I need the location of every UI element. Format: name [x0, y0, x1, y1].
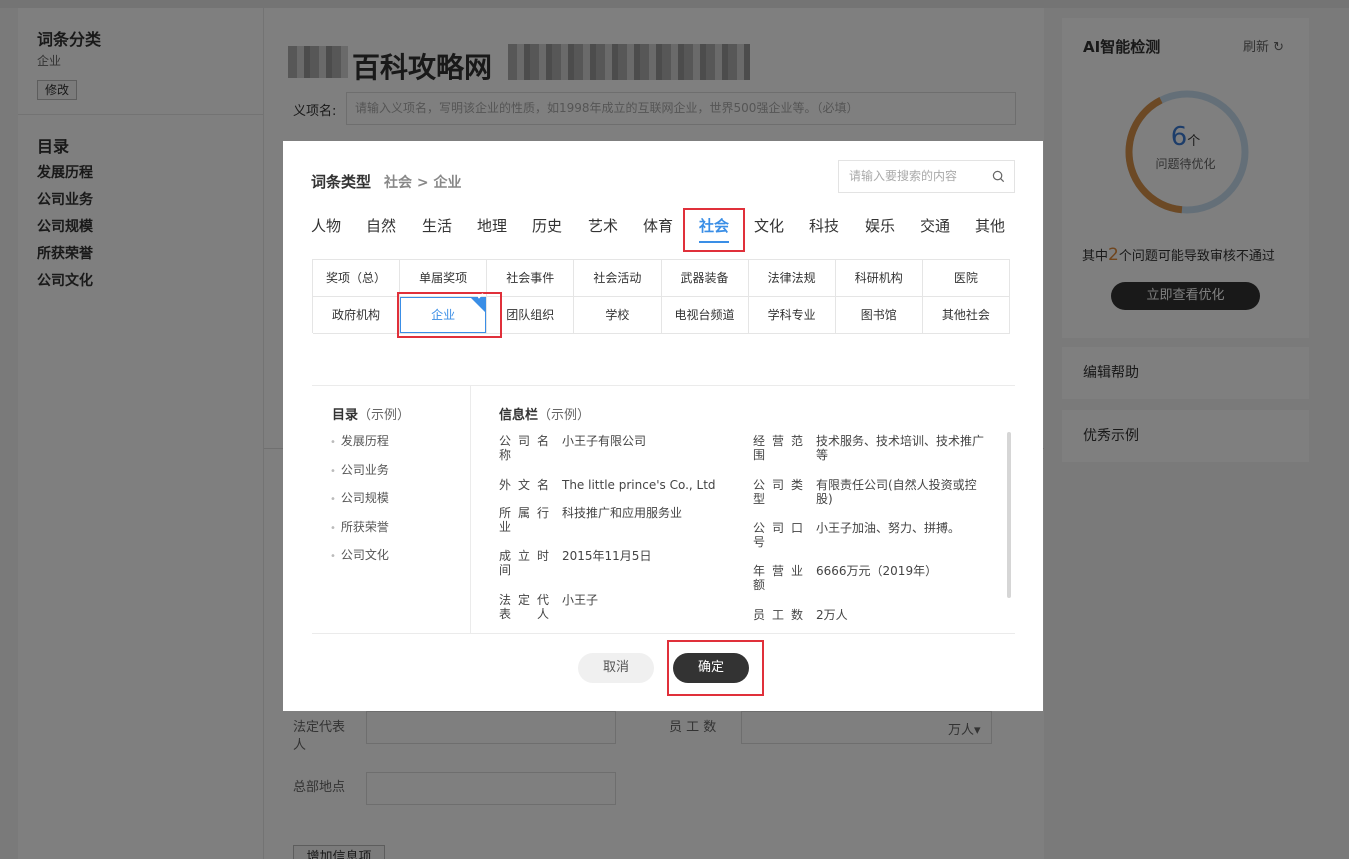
info-key-line: 称	[499, 448, 512, 462]
tab-art[interactable]: 艺术	[583, 215, 623, 236]
highlight-box	[683, 208, 745, 252]
info-key-line: 法定代	[499, 593, 549, 607]
category-breadcrumb: 社会 > 企业	[384, 175, 462, 191]
info-key-line: 公司名	[499, 434, 549, 448]
subcategory-item[interactable]: 学校	[574, 297, 662, 334]
info-key: 外文名	[499, 478, 549, 492]
search-icon[interactable]	[992, 170, 1005, 183]
example-info-heading: 信息栏（示例）	[499, 404, 590, 423]
example-toc-item: 公司业务	[330, 461, 389, 490]
highlight-box	[667, 640, 764, 696]
info-key-line: 额	[753, 578, 766, 592]
subcategory-item[interactable]: 电视台频道	[661, 297, 749, 334]
info-key-line: 型	[753, 492, 766, 506]
example-toc-panel: 目录（示例） 发展历程 公司业务 公司规模 所获荣誉 公司文化	[312, 386, 471, 634]
example-toc-item: 所获荣誉	[330, 518, 389, 547]
tab-other[interactable]: 其他	[970, 215, 1010, 236]
info-key: 员工数	[753, 608, 803, 622]
info-key-line: 业	[499, 520, 512, 534]
info-key: 公司类型	[753, 478, 803, 506]
subcategory-item[interactable]: 图书馆	[835, 297, 923, 334]
category-tabs: 人物 自然 生活 地理 历史 艺术 体育 社会 文化 科技 娱乐 交通 其他	[311, 215, 1011, 245]
subcategory-item[interactable]: 奖项（总）	[313, 260, 401, 297]
example-toc-item: 发展历程	[330, 432, 389, 461]
tab-people[interactable]: 人物	[306, 215, 346, 236]
info-value: 科技推广和应用服务业	[562, 506, 683, 520]
info-value: 小王子有限公司	[562, 434, 647, 448]
subcategory-item[interactable]: 社会活动	[574, 260, 662, 297]
tab-transport[interactable]: 交通	[915, 215, 955, 236]
subcategory-item[interactable]: 科研机构	[835, 260, 923, 297]
info-key-line: 表 人	[499, 607, 549, 621]
example-preview: 目录（示例） 发展历程 公司业务 公司规模 所获荣誉 公司文化 信息栏（示例） …	[312, 385, 1015, 634]
subcategory-item[interactable]: 医院	[922, 260, 1010, 297]
info-key: 公司名称	[499, 434, 549, 462]
info-key-line: 间	[499, 563, 512, 577]
example-toc-note: （示例）	[358, 408, 411, 423]
subcategory-item[interactable]: 政府机构	[313, 297, 401, 334]
info-value: The little prince's Co., Ltd	[562, 478, 716, 492]
info-key-line: 外文名	[499, 478, 549, 492]
subcategory-item[interactable]: 学科专业	[748, 297, 836, 334]
info-key-line: 围	[753, 448, 766, 462]
subcategory-item[interactable]: 其他社会	[922, 297, 1010, 334]
info-key-line: 所属行	[499, 506, 549, 520]
entry-type-dialog: 词条类型 社会 > 企业 请输入要搜索的内容 人物 自然 生活 地理 历史 艺术…	[283, 141, 1043, 711]
info-key-line: 公司口	[753, 521, 803, 535]
info-key: 公司口号	[753, 521, 803, 549]
info-key-line: 员工数	[753, 608, 803, 622]
info-key: 成立时间	[499, 549, 549, 577]
category-search-input[interactable]: 请输入要搜索的内容	[838, 160, 1015, 193]
example-info-heading-text: 信息栏	[499, 408, 539, 423]
info-key-line: 经营范	[753, 434, 803, 448]
info-key: 法定代表 人	[499, 593, 549, 621]
subcategory-item[interactable]: 武器装备	[661, 260, 749, 297]
check-icon: ✔	[476, 292, 485, 302]
example-scrollbar[interactable]	[1007, 432, 1011, 598]
info-value: 小王子	[562, 593, 599, 607]
cancel-button[interactable]: 取消	[578, 653, 654, 683]
example-toc-heading: 目录（示例）	[332, 404, 410, 423]
tab-entertainment[interactable]: 娱乐	[860, 215, 900, 236]
search-placeholder: 请输入要搜索的内容	[849, 169, 958, 183]
tab-life[interactable]: 生活	[417, 215, 457, 236]
example-toc-heading-text: 目录	[332, 408, 359, 423]
info-key: 年营业额	[753, 564, 803, 592]
example-toc-item: 公司文化	[330, 546, 389, 575]
info-value: 技术服务、技术培训、技术推广等	[816, 434, 985, 462]
tab-geography[interactable]: 地理	[472, 215, 512, 236]
info-value: 2015年11月5日	[562, 549, 652, 563]
example-info-note: （示例）	[538, 408, 591, 423]
info-value: 6666万元（2019年）	[816, 564, 938, 578]
tab-culture[interactable]: 文化	[749, 215, 789, 236]
info-key-line: 年营业	[753, 564, 803, 578]
example-toc-list: 发展历程 公司业务 公司规模 所获荣誉 公司文化	[330, 432, 389, 575]
tab-sports[interactable]: 体育	[638, 215, 678, 236]
info-key: 经营范围	[753, 434, 803, 462]
tab-history[interactable]: 历史	[527, 215, 567, 236]
subcategory-item[interactable]: 法律法规	[748, 260, 836, 297]
info-value: 2万人	[816, 608, 848, 622]
example-toc-item: 公司规模	[330, 489, 389, 518]
tab-nature[interactable]: 自然	[361, 215, 401, 236]
highlight-box	[397, 292, 502, 338]
tab-technology[interactable]: 科技	[804, 215, 844, 236]
info-key-line: 成立时	[499, 549, 549, 563]
dialog-title: 词条类型	[311, 173, 372, 191]
info-value: 有限责任公司(自然人投资或控股)	[816, 478, 977, 506]
info-key-line: 号	[753, 535, 766, 549]
info-key: 所属行业	[499, 506, 549, 534]
info-key-line: 公司类	[753, 478, 803, 492]
info-value: 小王子加油、努力、拼搏。	[816, 521, 961, 535]
